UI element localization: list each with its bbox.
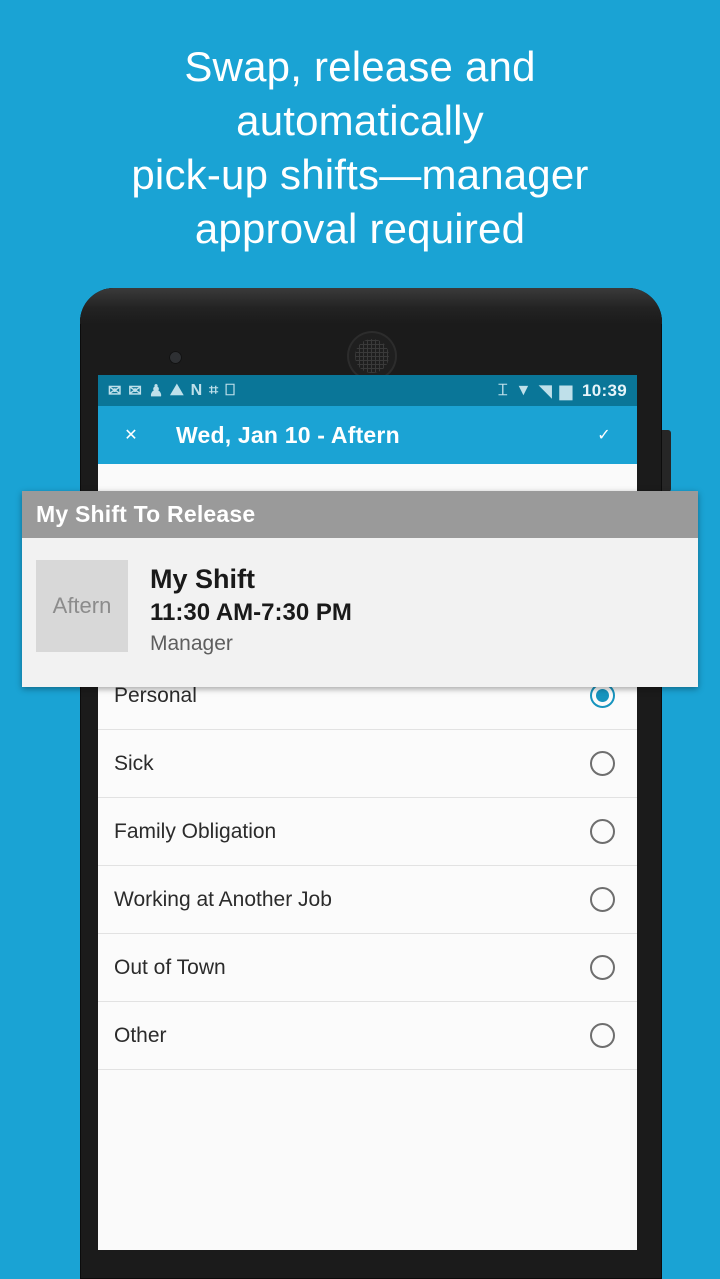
shift-period-badge: Aftern bbox=[36, 560, 128, 652]
front-camera-icon bbox=[169, 351, 182, 364]
promo-headline-line-3: pick-up shifts—manager bbox=[131, 151, 589, 198]
confirm-check-icon[interactable]: ✓ bbox=[589, 420, 619, 450]
promo-headline: Swap, release and automatically pick-up … bbox=[0, 40, 720, 256]
list-empty-area bbox=[98, 1070, 637, 1250]
release-reason-list: Personal Sick Family Obligation Working … bbox=[98, 662, 637, 1070]
shift-title: My Shift bbox=[150, 564, 255, 594]
device-icon: ⎕ bbox=[225, 381, 235, 399]
card-body: Aftern My Shift 11:30 AM-7:30 PM Manager bbox=[22, 538, 698, 687]
shift-details: My Shift 11:30 AM-7:30 PM Manager bbox=[150, 560, 352, 659]
status-bar-left-icons: ✉ ✉ ♟ ⛰ N ⌗ ⎕ bbox=[108, 381, 498, 401]
radio-button-out-of-town[interactable] bbox=[590, 955, 615, 980]
shift-role: Manager bbox=[150, 632, 233, 655]
radio-button-working-at-another-job[interactable] bbox=[590, 887, 615, 912]
wifi-icon: ▼ bbox=[515, 381, 532, 399]
photo-icon: ⛰ bbox=[170, 381, 184, 399]
gmail-icon: ✉ bbox=[108, 382, 122, 400]
list-item-label: Out of Town bbox=[114, 955, 226, 979]
promo-headline-line-1: Swap, release and bbox=[184, 43, 536, 90]
list-item[interactable]: Other bbox=[98, 1002, 637, 1070]
radio-button-sick[interactable] bbox=[590, 751, 615, 776]
qr-scan-icon: ⌗ bbox=[209, 381, 219, 399]
app-bar: ✕ Wed, Jan 10 - Aftern ✓ bbox=[98, 406, 637, 464]
vibrate-icon: ⌶ bbox=[497, 381, 508, 399]
my-shift-to-release-card: My Shift To Release Aftern My Shift 11:3… bbox=[22, 491, 698, 687]
list-item-label: Personal bbox=[114, 683, 197, 707]
list-item[interactable]: Family Obligation bbox=[98, 798, 637, 866]
list-item-label: Family Obligation bbox=[114, 819, 277, 843]
card-header: My Shift To Release bbox=[22, 491, 698, 538]
gmail-icon: ✉ bbox=[128, 382, 142, 400]
list-item-label: Working at Another Job bbox=[114, 887, 332, 911]
page-title: Wed, Jan 10 - Aftern bbox=[176, 421, 400, 448]
earpiece-speaker-icon bbox=[349, 333, 395, 379]
power-button[interactable] bbox=[662, 430, 671, 492]
promo-headline-line-4: approval required bbox=[194, 205, 526, 252]
list-item[interactable]: Out of Town bbox=[98, 934, 637, 1002]
phone-bezel-top bbox=[80, 288, 662, 324]
n-app-icon: N bbox=[190, 381, 203, 399]
battery-icon: ▆ bbox=[559, 382, 573, 400]
close-icon[interactable]: ✕ bbox=[116, 420, 146, 450]
phone-device-mockup: ✉ ✉ ♟ ⛰ N ⌗ ⎕ ⌶ ▼ ◥ ▆ 10:39 ✕ Wed, Jan 1… bbox=[80, 288, 671, 1279]
list-item[interactable]: Sick bbox=[98, 730, 637, 798]
status-bar-right-icons: ⌶ ▼ ◥ ▆ 10:39 bbox=[498, 381, 627, 401]
list-item-label: Other bbox=[114, 1023, 167, 1047]
speaker-mesh bbox=[355, 339, 389, 373]
list-item-label: Sick bbox=[114, 751, 154, 775]
radio-button-other[interactable] bbox=[590, 1023, 615, 1048]
signal-icon: ◥ bbox=[539, 382, 552, 400]
radio-button-family-obligation[interactable] bbox=[590, 819, 615, 844]
status-bar: ✉ ✉ ♟ ⛰ N ⌗ ⎕ ⌶ ▼ ◥ ▆ 10:39 bbox=[98, 375, 637, 406]
promo-headline-line-2: automatically bbox=[236, 97, 484, 144]
person-icon: ♟ bbox=[148, 382, 164, 400]
shift-time-range: 11:30 AM-7:30 PM bbox=[150, 599, 352, 626]
status-bar-clock: 10:39 bbox=[582, 380, 627, 400]
list-item[interactable]: Working at Another Job bbox=[98, 866, 637, 934]
